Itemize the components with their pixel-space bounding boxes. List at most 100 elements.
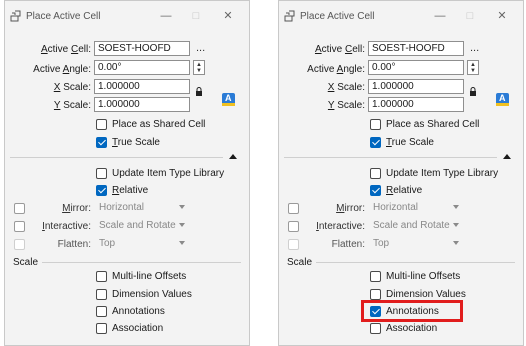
mirror-checkbox[interactable]: [14, 203, 25, 214]
active-angle-label: Active Angle:: [307, 64, 365, 75]
update-item-label: Update Item Type Library: [112, 168, 225, 179]
active-angle-input[interactable]: 0.00°: [94, 60, 190, 75]
annotations-checkbox[interactable]: [370, 306, 381, 317]
y-scale-label: Y Scale:: [327, 100, 365, 111]
chevron-down-icon: [453, 223, 459, 227]
browse-cell-button[interactable]: ...: [470, 42, 479, 54]
chevron-down-icon: [453, 241, 459, 245]
mirror-label: Mirror:: [62, 203, 91, 214]
title-bar: Place Active Cell — □ ✕: [5, 1, 249, 31]
close-icon[interactable]: ✕: [221, 9, 235, 23]
place-active-cell-dialog-right: Place Active Cell — □ ✕ Active Cell: SOE…: [278, 0, 524, 346]
place-cell-icon: [284, 10, 295, 22]
interactive-checkbox[interactable]: [288, 221, 299, 232]
relative-checkbox[interactable]: [96, 185, 107, 196]
place-shared-label: Place as Shared Cell: [112, 119, 206, 130]
window-title: Place Active Cell: [26, 11, 101, 22]
true-scale-checkbox[interactable]: [370, 137, 381, 148]
mirror-value: Horizontal: [99, 202, 145, 213]
association-label: Association: [112, 323, 164, 334]
flatten-checkbox: [14, 239, 25, 250]
interactive-value: Scale and Rotate: [99, 220, 176, 231]
place-shared-checkbox[interactable]: [96, 119, 107, 130]
spin-down-icon[interactable]: ▼: [196, 68, 202, 74]
flatten-label: Flatten:: [57, 239, 91, 250]
flatten-label: Flatten:: [331, 239, 365, 250]
interactive-checkbox[interactable]: [14, 221, 25, 232]
dimension-label: Dimension Values: [386, 289, 466, 300]
spin-down-icon[interactable]: ▼: [470, 68, 476, 74]
mirror-label: Mirror:: [336, 203, 365, 214]
place-cell-icon: [10, 10, 21, 22]
maximize-icon: □: [192, 10, 200, 22]
flatten-value: Top: [373, 238, 390, 249]
interactive-value: Scale and Rotate: [373, 220, 450, 231]
mirror-select[interactable]: Horizontal: [97, 201, 187, 215]
browse-cell-button[interactable]: ...: [196, 42, 205, 54]
interactive-label: Interactive:: [42, 221, 91, 232]
angle-spinner[interactable]: ▲ ▼: [467, 60, 479, 75]
chevron-down-icon: [179, 241, 185, 245]
true-scale-checkbox[interactable]: [96, 137, 107, 148]
divider: [10, 157, 223, 158]
update-item-checkbox[interactable]: [96, 168, 107, 179]
update-item-checkbox[interactable]: [370, 168, 381, 179]
place-shared-label: Place as Shared Cell: [386, 119, 480, 130]
flatten-select[interactable]: Top: [97, 237, 187, 251]
flatten-select[interactable]: Top: [371, 237, 461, 251]
minimize-icon[interactable]: —: [433, 9, 447, 23]
dimension-checkbox[interactable]: [96, 289, 107, 300]
y-scale-label: Y Scale:: [53, 100, 91, 111]
active-cell-input[interactable]: SOEST-HOOFD: [368, 41, 464, 56]
angle-spinner[interactable]: ▲ ▼: [193, 60, 205, 75]
x-scale-input[interactable]: 1.000000: [368, 79, 464, 94]
lock-icon[interactable]: [469, 87, 477, 97]
y-scale-input[interactable]: 1.000000: [94, 97, 190, 112]
interactive-select[interactable]: Scale and Rotate: [371, 219, 461, 233]
chevron-down-icon: [453, 205, 459, 209]
annotations-checkbox[interactable]: [96, 306, 107, 317]
annotation-scale-icon[interactable]: A: [222, 93, 235, 106]
divider: [284, 157, 497, 158]
multiline-label: Multi-line Offsets: [112, 271, 187, 282]
true-scale-label: True Scale: [386, 137, 434, 148]
collapse-up-icon[interactable]: [503, 154, 511, 159]
x-scale-input[interactable]: 1.000000: [94, 79, 190, 94]
dimension-checkbox[interactable]: [370, 289, 381, 300]
scale-section-label: Scale: [287, 257, 313, 268]
annotations-label: Annotations: [112, 306, 165, 317]
multiline-checkbox[interactable]: [370, 271, 381, 282]
association-checkbox[interactable]: [370, 323, 381, 334]
x-scale-label: X Scale:: [327, 82, 365, 93]
relative-checkbox[interactable]: [370, 185, 381, 196]
maximize-icon: □: [466, 10, 474, 22]
update-item-label: Update Item Type Library: [386, 168, 499, 179]
collapse-up-icon[interactable]: [229, 154, 237, 159]
title-bar: Place Active Cell — □ ✕: [279, 1, 523, 31]
place-shared-checkbox[interactable]: [370, 119, 381, 130]
minimize-icon[interactable]: —: [159, 9, 173, 23]
interactive-select[interactable]: Scale and Rotate: [97, 219, 187, 233]
active-angle-input[interactable]: 0.00°: [368, 60, 464, 75]
close-icon[interactable]: ✕: [495, 9, 509, 23]
lock-icon[interactable]: [195, 87, 203, 97]
dimension-label: Dimension Values: [112, 289, 192, 300]
active-cell-input[interactable]: SOEST-HOOFD: [94, 41, 190, 56]
x-scale-label: X Scale:: [53, 82, 91, 93]
association-checkbox[interactable]: [96, 323, 107, 334]
mirror-value: Horizontal: [373, 202, 419, 213]
flatten-value: Top: [99, 238, 116, 249]
multiline-checkbox[interactable]: [96, 271, 107, 282]
annotation-scale-icon[interactable]: A: [496, 93, 509, 106]
interactive-label: Interactive:: [316, 221, 365, 232]
chevron-down-icon: [179, 223, 185, 227]
place-active-cell-dialog-left: Place Active Cell — □ ✕ Active Cell: SOE…: [4, 0, 250, 346]
flatten-checkbox: [288, 239, 299, 250]
mirror-checkbox[interactable]: [288, 203, 299, 214]
relative-label: Relative: [386, 185, 423, 196]
scale-section-label: Scale: [13, 257, 39, 268]
relative-label: Relative: [112, 185, 149, 196]
y-scale-input[interactable]: 1.000000: [368, 97, 464, 112]
mirror-select[interactable]: Horizontal: [371, 201, 461, 215]
annotations-label: Annotations: [386, 306, 439, 317]
